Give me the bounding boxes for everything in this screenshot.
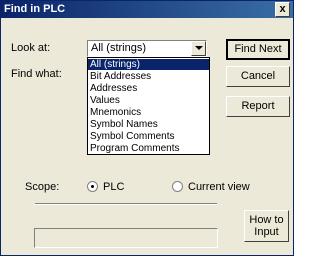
scope-plc-label[interactable]: PLC [103,181,124,193]
look-at-dropdown-list[interactable]: All (strings) Bit Addresses Addresses Va… [87,57,210,155]
option-bit-addresses[interactable]: Bit Addresses [88,71,209,82]
look-at-selected-value: All (strings) [91,42,147,54]
dialog-title: Find in PLC [4,3,66,15]
find-what-label: Find what: [11,68,62,80]
option-all-strings[interactable]: All (strings) [88,59,209,70]
scope-label: Scope: [25,181,60,193]
close-button[interactable]: x [275,2,290,17]
find-next-button[interactable]: Find Next [226,39,290,60]
how-to-input-line2: Input [254,226,279,238]
option-symbol-comments[interactable]: Symbol Comments [88,131,209,142]
separator-line [35,203,217,205]
find-in-plc-dialog: Find in PLC x Look at: Find what: All (s… [0,0,294,256]
radio-selected-dot [91,185,94,188]
input-status-field [34,228,218,248]
chevron-down-icon [195,46,203,50]
scope-current-view-label[interactable]: Current view [188,181,250,193]
scope-plc-radio[interactable] [87,181,98,192]
option-symbol-names[interactable]: Symbol Names [88,119,209,130]
how-to-input-line1: How to [249,214,284,226]
title-bar[interactable]: Find in PLC x [1,1,293,18]
report-button[interactable]: Report [226,96,290,117]
option-mnemonics[interactable]: Mnemonics [88,107,209,118]
look-at-combobox[interactable]: All (strings) [87,40,207,57]
option-addresses[interactable]: Addresses [88,83,209,94]
option-values[interactable]: Values [88,95,209,106]
look-at-label: Look at: [11,42,51,54]
option-program-comments[interactable]: Program Comments [88,143,209,154]
cancel-button[interactable]: Cancel [226,66,290,87]
scope-current-view-radio[interactable] [172,181,183,192]
how-to-input-button[interactable]: How to Input [244,210,289,242]
dropdown-arrow-button[interactable] [191,41,206,56]
